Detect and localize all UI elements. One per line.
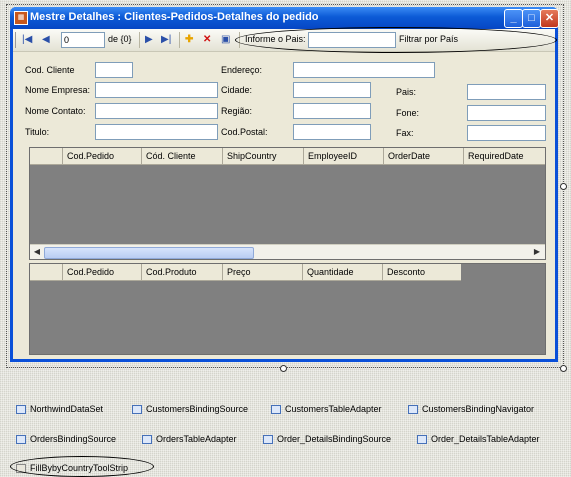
fax-label: Fax: [396,128,414,138]
fone-label: Fone: [396,108,420,118]
save-icon[interactable]: ▣ [221,33,230,47]
delete-icon[interactable]: ✕ [203,33,211,47]
add-new-icon[interactable]: ✚ [185,33,193,47]
highlight-ellipse [235,27,557,53]
orders-grid[interactable]: Cod.Pedido Cód. Cliente ShipCountry Empl… [29,147,546,260]
table-adapter-icon [271,404,281,414]
endereco-label: Endereço: [221,65,263,75]
cod-cliente-field[interactable] [95,62,133,78]
tray-item-customers-binding-navigator[interactable]: CustomersBindingNavigator [408,404,534,414]
app-icon: ▦ [14,11,28,25]
tray-item-order-details-binding-source[interactable]: Order_DetailsBindingSource [263,434,391,444]
move-first-icon[interactable]: |◀ [22,33,32,47]
resize-handle-right[interactable] [560,183,567,190]
row-header-corner [30,148,62,164]
table-adapter-icon [142,434,152,444]
tray-item-order-details-table-adapter[interactable]: Order_DetailsTableAdapter [417,434,540,444]
orders-col-header[interactable]: EmployeeID [303,148,383,164]
table-adapter-icon [417,434,427,444]
nome-contato-field[interactable] [95,103,218,119]
toolbar-separator [139,32,140,48]
nome-contato-label: Nome Contato: [25,106,86,116]
orders-col-header[interactable]: ShipCountry [222,148,303,164]
orders-horizontal-scrollbar[interactable]: ◀ ▶ [30,244,545,259]
titulo-label: Titulo: [25,127,50,137]
orders-col-header[interactable]: OrderDate [383,148,463,164]
resize-handle-corner[interactable] [560,365,567,372]
nome-empresa-field[interactable] [95,82,218,98]
fax-field[interactable] [467,125,546,141]
orders-col-header[interactable]: Cód. Cliente [141,148,222,164]
details-col-header[interactable]: Preço [222,264,302,280]
cod-cliente-label: Cod. Cliente [25,65,75,75]
highlight-ellipse [10,456,154,477]
maximize-button[interactable]: □ [522,9,541,28]
cidade-field[interactable] [293,82,371,98]
binding-navigator-icon [408,404,418,414]
move-last-icon[interactable]: ▶| [161,33,171,47]
cidade-label: Cidade: [221,85,253,95]
toolbar-grip[interactable] [15,32,16,48]
binding-source-icon [16,434,26,444]
pais-label: Pais: [396,87,417,97]
tray-item-customers-binding-source[interactable]: CustomersBindingSource [132,404,248,414]
orders-col-header[interactable]: RequiredDate [463,148,545,164]
move-next-icon[interactable]: ▶ [145,33,153,47]
orders-grid-header: Cod.Pedido Cód. Cliente ShipCountry Empl… [30,148,545,165]
endereco-field[interactable] [293,62,435,78]
pais-field[interactable] [467,84,546,100]
scroll-left-icon[interactable]: ◀ [31,246,43,258]
details-grid-header: Cod.Pedido Cod.Produto Preço Quantidade … [30,264,461,281]
fone-field[interactable] [467,105,546,121]
details-col-header[interactable]: Cod.Pedido [62,264,141,280]
details-grid[interactable]: Cod.Pedido Cod.Produto Preço Quantidade … [29,263,546,355]
count-label: de {0} [108,34,132,44]
details-col-header[interactable]: Cod.Produto [141,264,222,280]
title-bar[interactable]: ▦ Mestre Detalhes : Clientes-Pedidos-Det… [10,7,559,29]
cod-postal-field[interactable] [293,124,371,140]
details-col-header[interactable]: Desconto [382,264,461,280]
move-previous-icon[interactable]: ◀ [42,33,50,47]
tray-item-orders-binding-source[interactable]: OrdersBindingSource [16,434,116,444]
minimize-button[interactable]: _ [504,9,523,28]
binding-source-icon [263,434,273,444]
position-input[interactable]: 0 [61,32,105,48]
regiao-label: Região: [221,106,253,116]
titulo-field[interactable] [95,124,218,140]
resize-handle-bottom[interactable] [280,365,287,372]
regiao-field[interactable] [293,103,371,119]
toolbar-separator [179,32,180,48]
form-client-area: |◀ ◀ 0 de {0} ▶ ▶| ✚ ✕ ▣ Informe o Pais:… [13,27,557,359]
tray-item-customers-table-adapter[interactable]: CustomersTableAdapter [271,404,382,414]
tray-item-orders-table-adapter[interactable]: OrdersTableAdapter [142,434,237,444]
orders-col-header[interactable]: Cod.Pedido [62,148,141,164]
details-col-header[interactable]: Quantidade [302,264,382,280]
nome-empresa-label: Nome Empresa: [25,85,91,95]
cod-postal-label: Cod.Postal: [221,127,268,137]
form-window: ▦ Mestre Detalhes : Clientes-Pedidos-Det… [10,7,559,362]
row-header-corner [30,264,62,280]
close-button[interactable]: ✕ [540,9,559,28]
dataset-icon [16,404,26,414]
scroll-thumb[interactable] [44,247,254,259]
binding-source-icon [132,404,142,414]
window-title: Mestre Detalhes : Clientes-Pedidos-Detal… [30,11,319,23]
scroll-right-icon[interactable]: ▶ [531,246,543,258]
tray-item-northwind-dataset[interactable]: NorthwindDataSet [16,404,103,414]
